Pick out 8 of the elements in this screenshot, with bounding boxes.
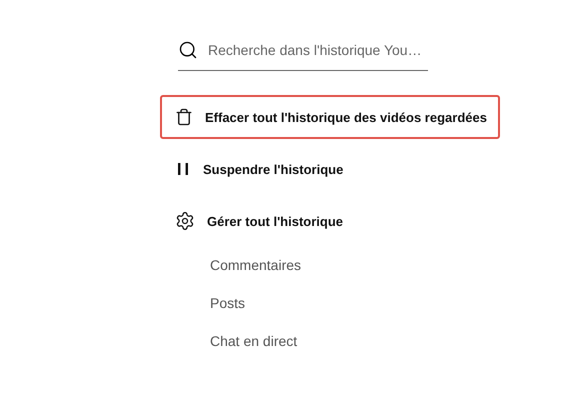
trash-icon bbox=[175, 108, 193, 126]
pause-icon bbox=[175, 161, 191, 177]
history-link[interactable]: Commentaires bbox=[210, 257, 302, 273]
history-link[interactable]: Posts bbox=[210, 295, 246, 311]
history-link[interactable]: Chat en direct bbox=[210, 333, 298, 349]
history-action[interactable]: Effacer tout l'historique des vidéos regardées bbox=[160, 95, 500, 139]
search-icon bbox=[178, 40, 198, 60]
settings-icon bbox=[175, 211, 195, 231]
